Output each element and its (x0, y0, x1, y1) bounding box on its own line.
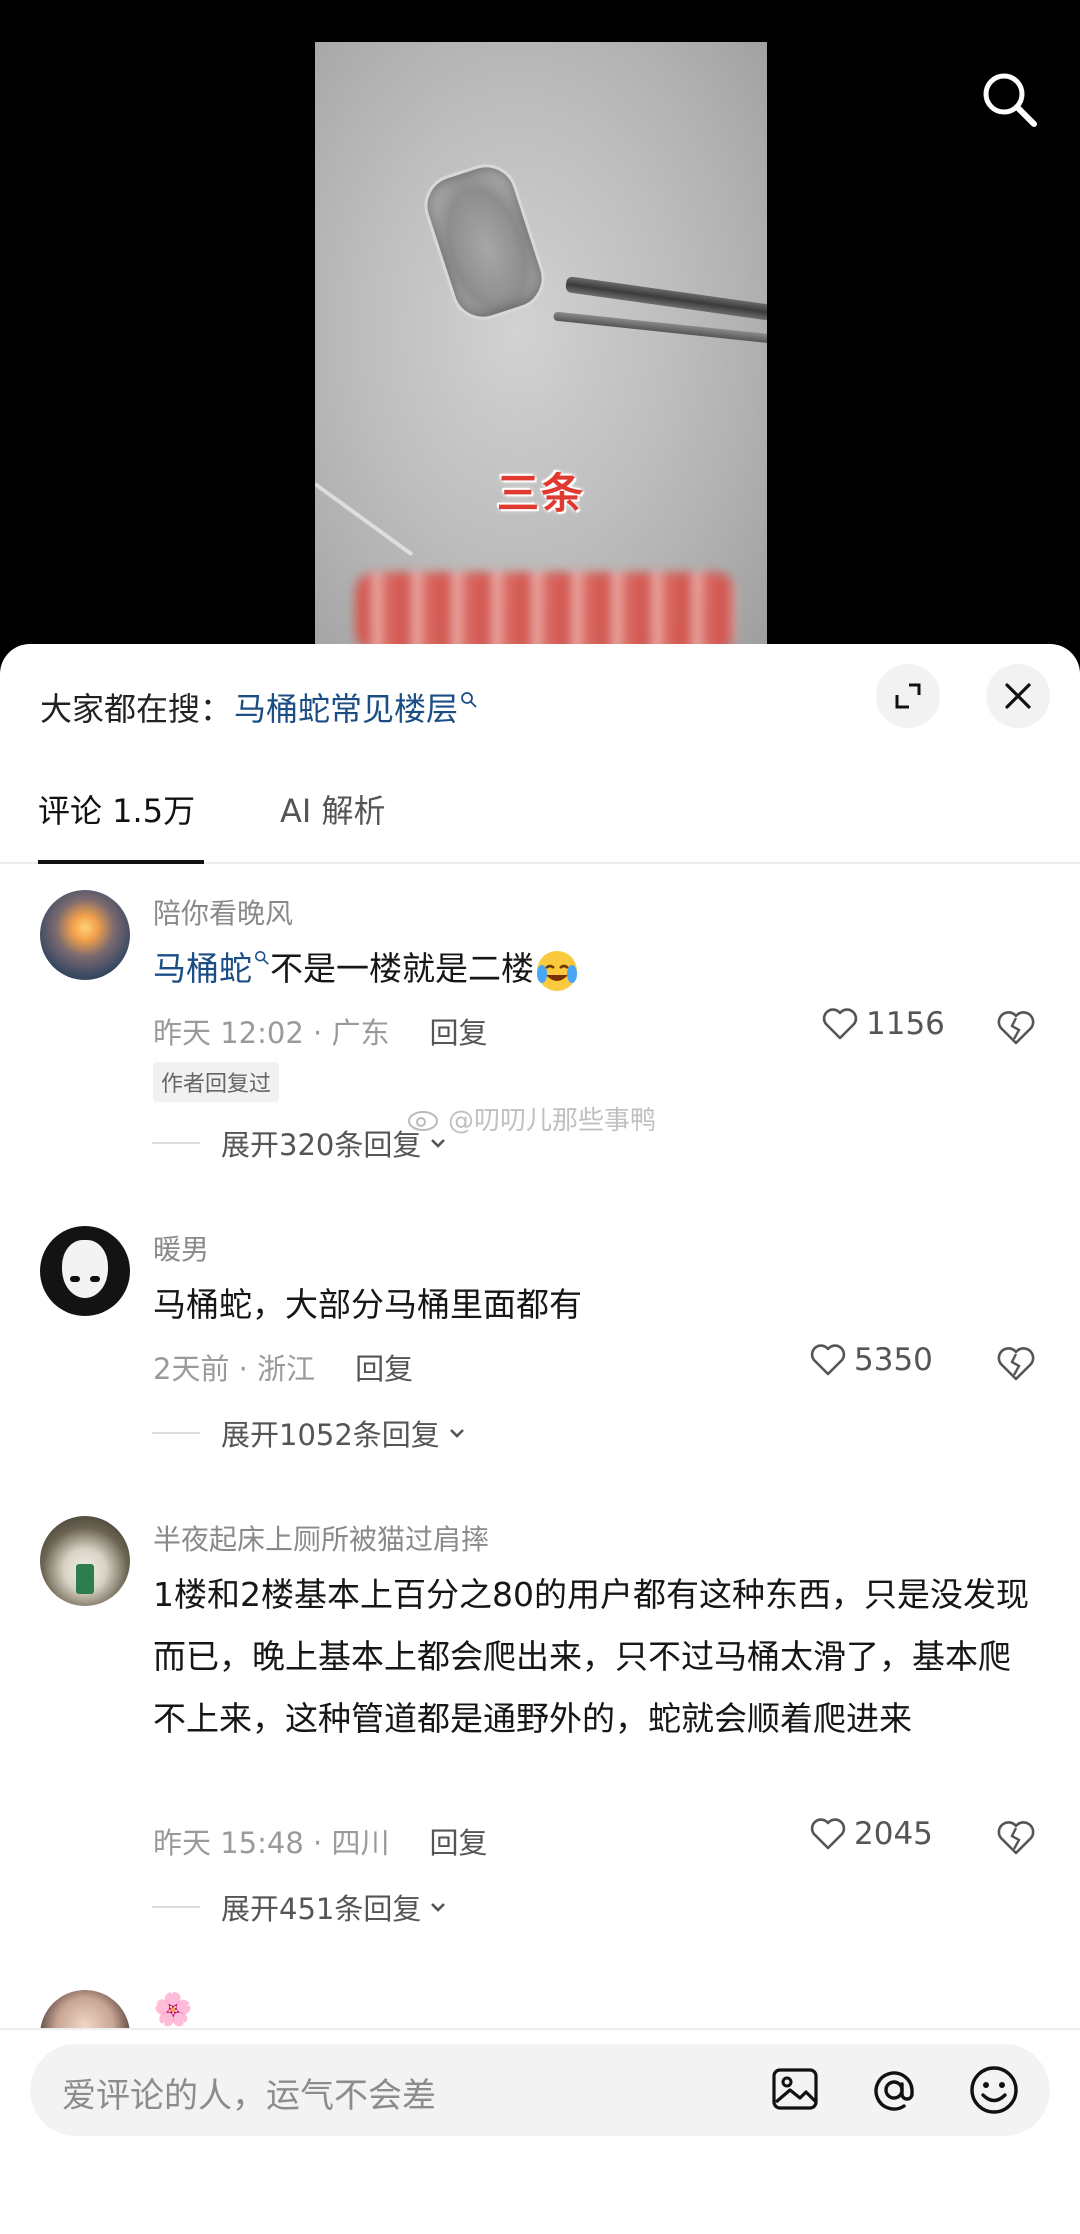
heart-icon (810, 1344, 846, 1376)
comment-text: 1楼和2楼基本上百分之80的用户都有这种东西，只是没发现而已，晚上基本上都会爬出… (153, 1575, 1029, 1738)
comment-input-placeholder: 爱评论的人，运气不会差 (62, 2076, 436, 2116)
comment-sheet: 大家都在搜： 马桶蛇常见楼层 评论 1.5万 AI 解析 陪你看晚风 马桶蛇 不… (0, 644, 1080, 2234)
comment-search-link[interactable]: 马桶蛇 (153, 949, 252, 988)
comment-username[interactable]: 暖男 (153, 1228, 209, 1268)
avatar-cup (76, 1564, 94, 1594)
tab-comments[interactable]: 评论 1.5万 (38, 786, 195, 832)
weibo-logo-icon (408, 1110, 438, 1131)
search-icon (983, 73, 1037, 127)
comment-text: 马桶蛇，大部分马桶里面都有 (153, 1285, 582, 1324)
like-button[interactable]: 1156 (820, 1004, 945, 1044)
chevron-down-icon (449, 1429, 464, 1438)
search-button[interactable] (978, 68, 1042, 132)
video-rod-secondary (553, 311, 767, 346)
avatar-mask (62, 1240, 108, 1298)
like-count: 1156 (866, 1006, 945, 1042)
like-button[interactable]: 5350 (808, 1340, 933, 1380)
comment-meta: 昨天 15:48 · 四川 回复 (153, 1820, 487, 1862)
comment-username[interactable]: 🌸 (153, 1990, 193, 2028)
heart-icon (822, 1008, 858, 1040)
like-count: 5350 (854, 1342, 933, 1378)
expand-replies-button[interactable]: 展开451条回复 (153, 1886, 449, 1928)
trending-search[interactable]: 大家都在搜： 马桶蛇常见楼层 (40, 684, 478, 730)
broken-heart-icon[interactable] (994, 1816, 1038, 1860)
image-icon[interactable] (768, 2062, 824, 2118)
emoji-icon[interactable] (966, 2062, 1022, 2118)
tab-ai-analysis[interactable]: AI 解析 (280, 786, 386, 832)
avatar[interactable] (40, 1516, 130, 1606)
avatar[interactable] (40, 1226, 130, 1316)
comment-time-location: 昨天 12:02 · 广东 (153, 1016, 390, 1050)
tab-active-indicator (38, 860, 204, 864)
expand-replies-label: 展开451条回复 (221, 1892, 422, 1926)
expand-replies-button[interactable]: 展开320条回复 (153, 1122, 449, 1164)
comment-meta: 2天前 · 浙江 回复 (153, 1346, 413, 1388)
expand-button[interactable] (876, 664, 940, 728)
comment-input[interactable]: 爱评论的人，运气不会差 (30, 2044, 1050, 2136)
video-frame: 三条 (315, 42, 767, 682)
like-count: 2045 (854, 1816, 933, 1852)
video-blurred-subtitle (355, 572, 735, 652)
video-player[interactable]: 三条 (0, 0, 1080, 682)
comment-username[interactable]: 半夜起床上厕所被猫过肩摔 (153, 1518, 489, 1558)
reply-button[interactable]: 回复 (355, 1352, 413, 1386)
video-hole (416, 155, 553, 329)
chevron-down-icon (431, 1903, 446, 1912)
watermark-text: @叨叨儿那些事鸭 (448, 1106, 657, 1136)
author-replied-tag: 作者回复过 (153, 1062, 280, 1102)
sheet-header: 大家都在搜： 马桶蛇常见楼层 (0, 644, 1080, 756)
close-button[interactable] (986, 664, 1050, 728)
crying-laugh-emoji-icon (537, 950, 577, 991)
trending-prefix: 大家都在搜： (40, 690, 233, 728)
like-button[interactable]: 2045 (808, 1814, 933, 1854)
expand-icon (895, 683, 921, 709)
reply-button[interactable]: 回复 (429, 1016, 487, 1050)
avatar[interactable] (40, 890, 130, 980)
close-icon (1005, 683, 1031, 709)
watermark: @叨叨儿那些事鸭 (406, 1100, 656, 1137)
video-caption: 三条 (496, 469, 585, 518)
comment-username[interactable]: 陪你看晚风 (153, 892, 293, 932)
reply-button[interactable]: 回复 (429, 1826, 487, 1860)
expand-replies-button[interactable]: 展开1052条回复 (153, 1412, 468, 1454)
tab-bar: 评论 1.5万 AI 解析 (0, 756, 1080, 864)
search-mini-icon (254, 950, 269, 965)
expand-replies-label: 展开320条回复 (221, 1128, 422, 1162)
comment-text: 马桶蛇 不是一楼就是二楼 (153, 938, 1043, 1000)
comment-meta: 昨天 12:02 · 广东 回复 (153, 1010, 487, 1052)
broken-heart-icon[interactable] (994, 1342, 1038, 1386)
comment-time-location: 昨天 15:48 · 四川 (153, 1826, 390, 1860)
comment-text-body: 不是一楼就是二楼 (270, 949, 534, 988)
expand-replies-label: 展开1052条回复 (221, 1418, 440, 1452)
comment-time-location: 2天前 · 浙江 (153, 1352, 316, 1386)
broken-heart-icon[interactable] (994, 1006, 1038, 1050)
trending-term[interactable]: 马桶蛇常见楼层 (234, 684, 458, 730)
heart-icon (810, 1818, 846, 1850)
at-icon[interactable] (866, 2062, 922, 2118)
comment-input-bar: 爱评论的人，运气不会差 (0, 2028, 1080, 2234)
search-mini-icon (461, 692, 477, 708)
